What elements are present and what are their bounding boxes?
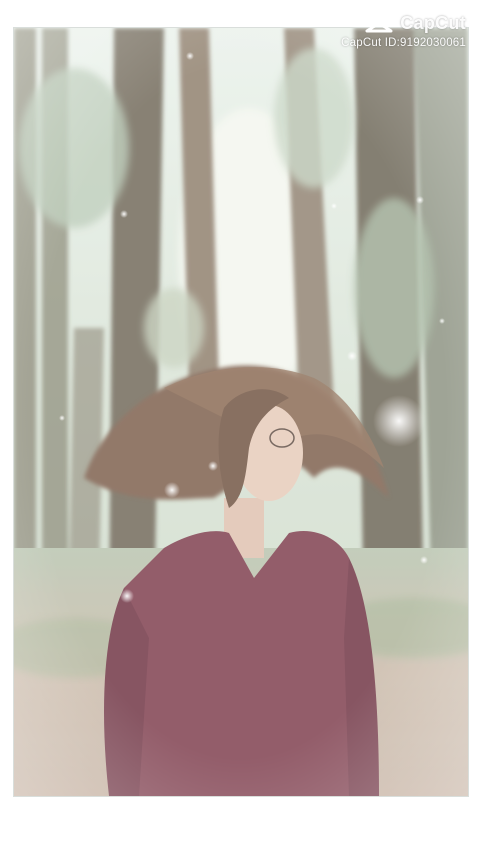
photo-frame <box>14 28 468 796</box>
capcut-brand: CapCut <box>341 12 466 34</box>
capcut-logo-icon <box>364 12 394 34</box>
capcut-watermark: CapCut CapCut ID:9192030061 <box>341 12 466 50</box>
capcut-brand-text: CapCut <box>400 12 466 33</box>
forest-portrait-image <box>14 28 468 796</box>
capcut-id-text: CapCut ID:9192030061 <box>341 37 466 49</box>
